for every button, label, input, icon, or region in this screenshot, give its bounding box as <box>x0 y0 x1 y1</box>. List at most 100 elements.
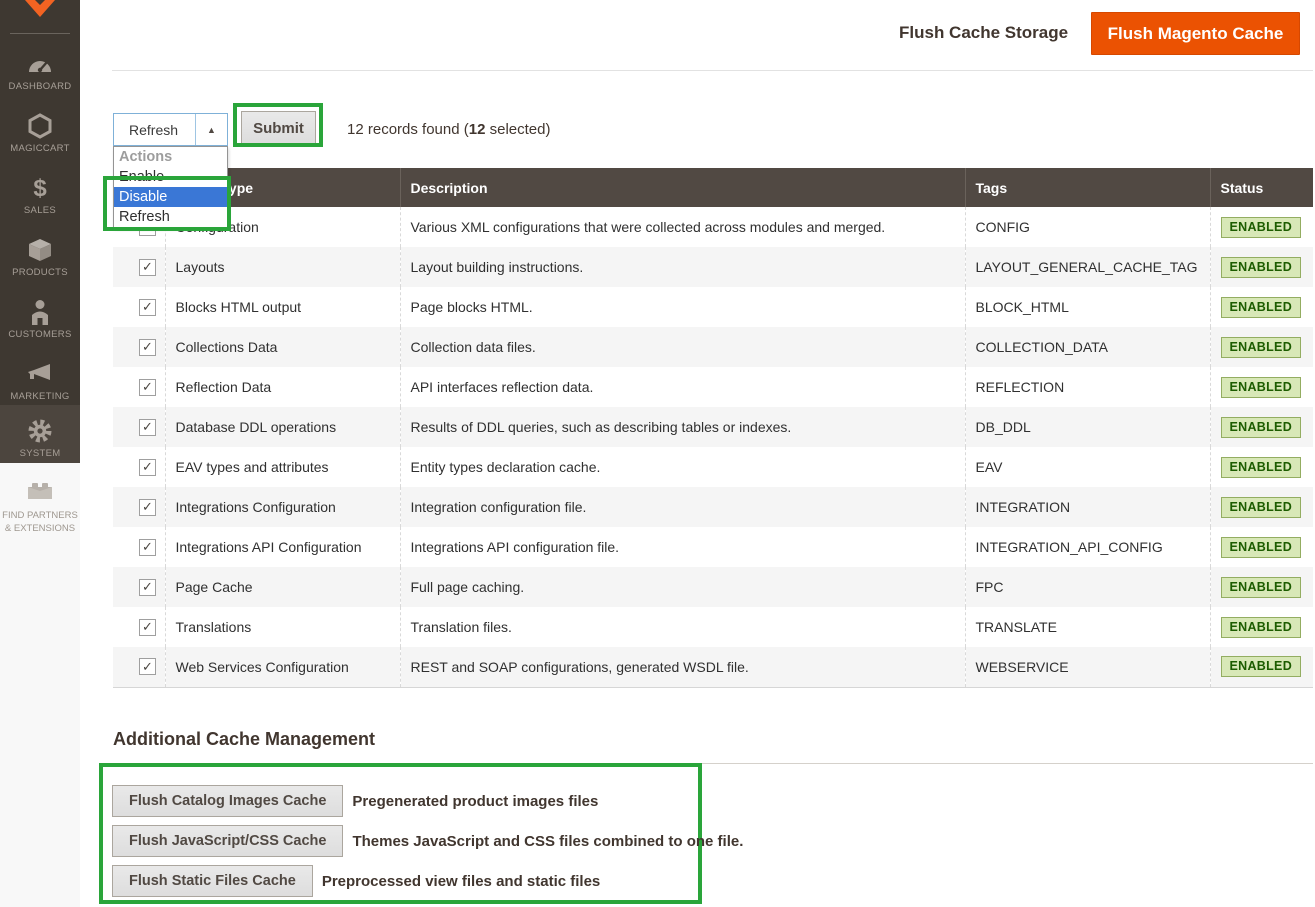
cache-type-cell: Translations <box>165 607 400 647</box>
sidebar-item-find-partners[interactable]: FIND PARTNERS & EXTENSIONS <box>0 463 80 907</box>
cache-type-cell: Layouts <box>165 247 400 287</box>
description-cell: Layout building instructions. <box>400 247 965 287</box>
description-cell: REST and SOAP configurations, generated … <box>400 647 965 687</box>
flush-action-row: Flush Static Files Cache Preprocessed vie… <box>112 865 600 897</box>
description-cell: Collection data files. <box>400 327 965 367</box>
tags-cell: DB_DDL <box>965 407 1210 447</box>
tags-cell: CONFIG <box>965 207 1210 247</box>
records-summary: 12 records found (12 selected) <box>347 121 550 138</box>
tags-cell: EAV <box>965 447 1210 487</box>
cache-table-header-row: Cache TypeDescriptionTagsStatus <box>113 168 1313 207</box>
table-row: ✓Integrations ConfigurationIntegration c… <box>113 487 1313 527</box>
flush-cache-storage-button[interactable]: Flush Cache Storage <box>899 23 1068 43</box>
flush-magento-cache-button[interactable]: Flush Magento Cache <box>1091 12 1300 55</box>
system-icon <box>27 417 53 445</box>
sidebar-item-customers[interactable]: CUSTOMERS <box>0 294 80 350</box>
row-checkbox[interactable]: ✓ <box>139 419 156 436</box>
column-header-tags: Tags <box>965 168 1210 207</box>
sidebar-item-label: SALES <box>24 205 56 217</box>
row-checkbox[interactable]: ✓ <box>139 379 156 396</box>
dropdown-option-enable[interactable]: Enable <box>114 167 227 187</box>
mass-action-selected-value: Refresh <box>114 114 195 145</box>
status-badge: ENABLED <box>1221 497 1302 518</box>
status-badge: ENABLED <box>1221 257 1302 278</box>
table-row: ✓ Reflection DataAPI interfaces reflectio… <box>113 367 1313 407</box>
status-badge: ENABLED <box>1221 617 1302 638</box>
row-checkbox[interactable]: ✓ <box>139 459 156 476</box>
dropdown-option-disable[interactable]: Disable <box>114 187 227 207</box>
status-badge: ENABLED <box>1221 656 1302 677</box>
tags-cell: TRANSLATE <box>965 607 1210 647</box>
description-cell: Results of DDL queries, such as describi… <box>400 407 965 447</box>
cache-type-cell: Blocks HTML output <box>165 287 400 327</box>
cache-type-cell: Reflection Data <box>165 367 400 407</box>
admin-sidebar: DASHBOARD MAGICCART $ SALES PRODUCTS CUSTOMER… <box>0 0 80 463</box>
find-partners-label: FIND PARTNERS & EXTENSIONS <box>0 509 80 535</box>
sales-icon: $ <box>28 174 52 202</box>
flush-action-description: Themes JavaScript and CSS files combined… <box>352 833 743 850</box>
customers-icon <box>29 298 51 326</box>
flush-button-3[interactable]: Flush Static Files Cache <box>112 865 313 897</box>
sidebar-item-system[interactable]: SYSTEM <box>0 405 80 463</box>
additional-section-divider <box>113 763 1313 764</box>
cache-table: Cache TypeDescriptionTagsStatus ✓Configu… <box>113 168 1313 688</box>
tags-cell: BLOCK_HTML <box>965 287 1210 327</box>
sidebar-item-marketing[interactable]: MARKETING <box>0 356 80 412</box>
description-cell: API interfaces reflection data. <box>400 367 965 407</box>
row-checkbox[interactable]: ✓ <box>139 539 156 556</box>
table-row: ✓ Database DDL operationsResults of DDL q… <box>113 407 1313 447</box>
cache-type-cell: Database DDL operations <box>165 407 400 447</box>
column-header-description: Description <box>400 168 965 207</box>
description-cell: Translation files. <box>400 607 965 647</box>
description-cell: Various XML configurations that were col… <box>400 207 965 247</box>
dropdown-option-refresh[interactable]: Refresh <box>114 207 227 227</box>
sidebar-item-sales[interactable]: $ SALES <box>0 170 80 226</box>
sidebar-divider <box>10 33 70 34</box>
status-badge: ENABLED <box>1221 377 1302 398</box>
mass-action-select[interactable]: Refresh ▲ <box>113 113 228 146</box>
products-icon <box>27 236 53 264</box>
status-badge: ENABLED <box>1221 297 1302 318</box>
row-checkbox[interactable]: ✓ <box>139 499 156 516</box>
status-badge: ENABLED <box>1221 217 1302 238</box>
flush-action-description: Preprocessed view files and static files <box>322 873 600 890</box>
submit-button[interactable]: Submit <box>241 111 316 145</box>
sidebar-item-magiccart[interactable]: MAGICCART <box>0 108 80 164</box>
tags-cell: COLLECTION_DATA <box>965 327 1210 367</box>
magento-logo-icon[interactable] <box>20 0 60 18</box>
sidebar-item-label: PRODUCTS <box>12 267 68 279</box>
additional-cache-title: Additional Cache Management <box>113 729 375 750</box>
flush-button-2[interactable]: Flush JavaScript/CSS Cache <box>112 825 343 857</box>
table-row: ✓Page CacheFull page caching.FPCENABLED <box>113 567 1313 607</box>
table-row: ✓EAV types and attributesEntity types de… <box>113 447 1313 487</box>
cache-type-cell: Web Services Configuration <box>165 647 400 687</box>
status-badge: ENABLED <box>1221 417 1302 438</box>
description-cell: Page blocks HTML. <box>400 287 965 327</box>
row-checkbox[interactable]: ✓ <box>139 579 156 596</box>
extensions-icon <box>0 477 80 503</box>
row-checkbox[interactable]: ✓ <box>139 658 156 675</box>
status-badge: ENABLED <box>1221 337 1302 358</box>
table-row: ✓Integrations API ConfigurationIntegrati… <box>113 527 1313 567</box>
tags-cell: REFLECTION <box>965 367 1210 407</box>
sidebar-item-label: MAGICCART <box>10 143 70 155</box>
svg-text:$: $ <box>33 175 47 201</box>
dropdown-option-actions: Actions <box>114 147 227 167</box>
sidebar-item-label: SYSTEM <box>20 448 61 460</box>
table-row: ✓Collections DataCollection data files.C… <box>113 327 1313 367</box>
row-checkbox[interactable]: ✓ <box>139 339 156 356</box>
flush-button-1[interactable]: Flush Catalog Images Cache <box>112 785 343 817</box>
cache-type-cell: Page Cache <box>165 567 400 607</box>
sidebar-item-dashboard[interactable]: DASHBOARD <box>0 46 80 102</box>
table-row: ✓ Blocks HTML outputPage blocks HTML.BLOC… <box>113 287 1313 327</box>
status-badge: ENABLED <box>1221 457 1302 478</box>
tags-cell: WEBSERVICE <box>965 647 1210 687</box>
sidebar-item-label: DASHBOARD <box>9 81 72 93</box>
sidebar-item-products[interactable]: PRODUCTS <box>0 232 80 288</box>
row-checkbox[interactable]: ✓ <box>139 299 156 316</box>
magiccart-icon <box>27 112 53 140</box>
status-badge: ENABLED <box>1221 577 1302 598</box>
sidebar-item-label: CUSTOMERS <box>8 329 71 341</box>
row-checkbox[interactable]: ✓ <box>139 259 156 276</box>
row-checkbox[interactable]: ✓ <box>139 619 156 636</box>
